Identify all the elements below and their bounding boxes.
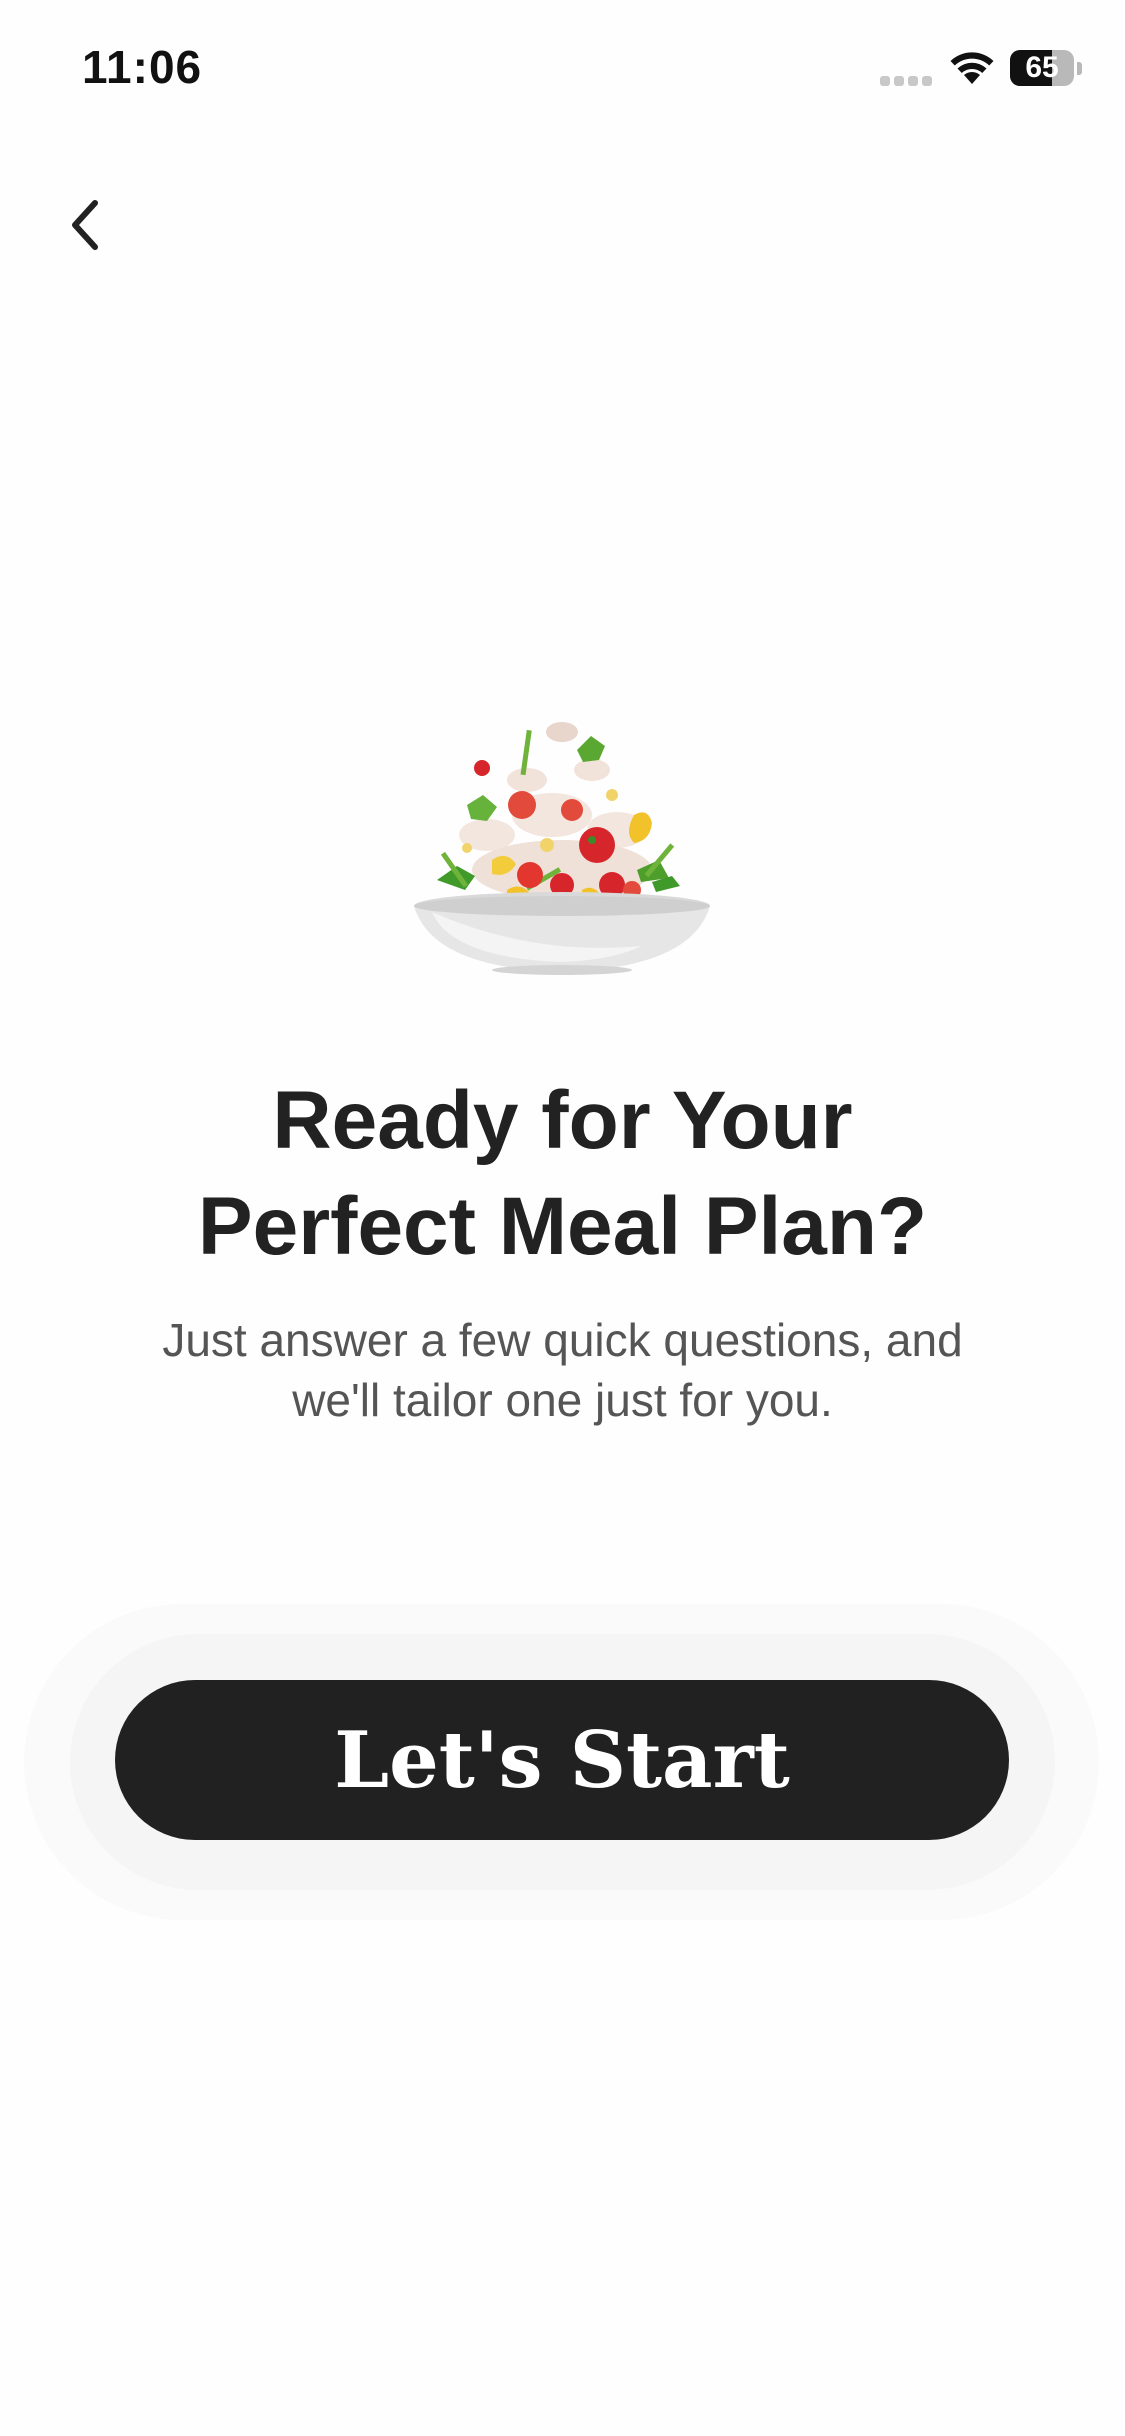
page-title-line-1: Ready for Your	[272, 1075, 853, 1166]
page-title-line-2: Perfect Meal Plan?	[197, 1181, 928, 1272]
salad-bowl-illustration	[414, 722, 710, 975]
status-time: 11:06	[82, 41, 203, 93]
page-title: Ready for Your Perfect Meal Plan?	[60, 1068, 1065, 1280]
cellular-signal-icon	[880, 76, 934, 86]
back-button[interactable]	[40, 180, 130, 270]
wifi-icon	[950, 52, 994, 84]
status-bar: 11:06 65	[0, 0, 1125, 140]
page-subtitle-line-2: we'll tailor one just for you.	[292, 1374, 833, 1426]
page-subtitle: Just answer a few quick questions, and w…	[60, 1310, 1065, 1430]
battery-icon: 65	[1010, 50, 1082, 88]
page-subtitle-line-1: Just answer a few quick questions, and	[162, 1314, 963, 1366]
battery-level: 65	[1025, 51, 1059, 84]
lets-start-button[interactable]: Let's Start	[115, 1680, 1009, 1840]
chevron-left-icon	[72, 200, 98, 250]
